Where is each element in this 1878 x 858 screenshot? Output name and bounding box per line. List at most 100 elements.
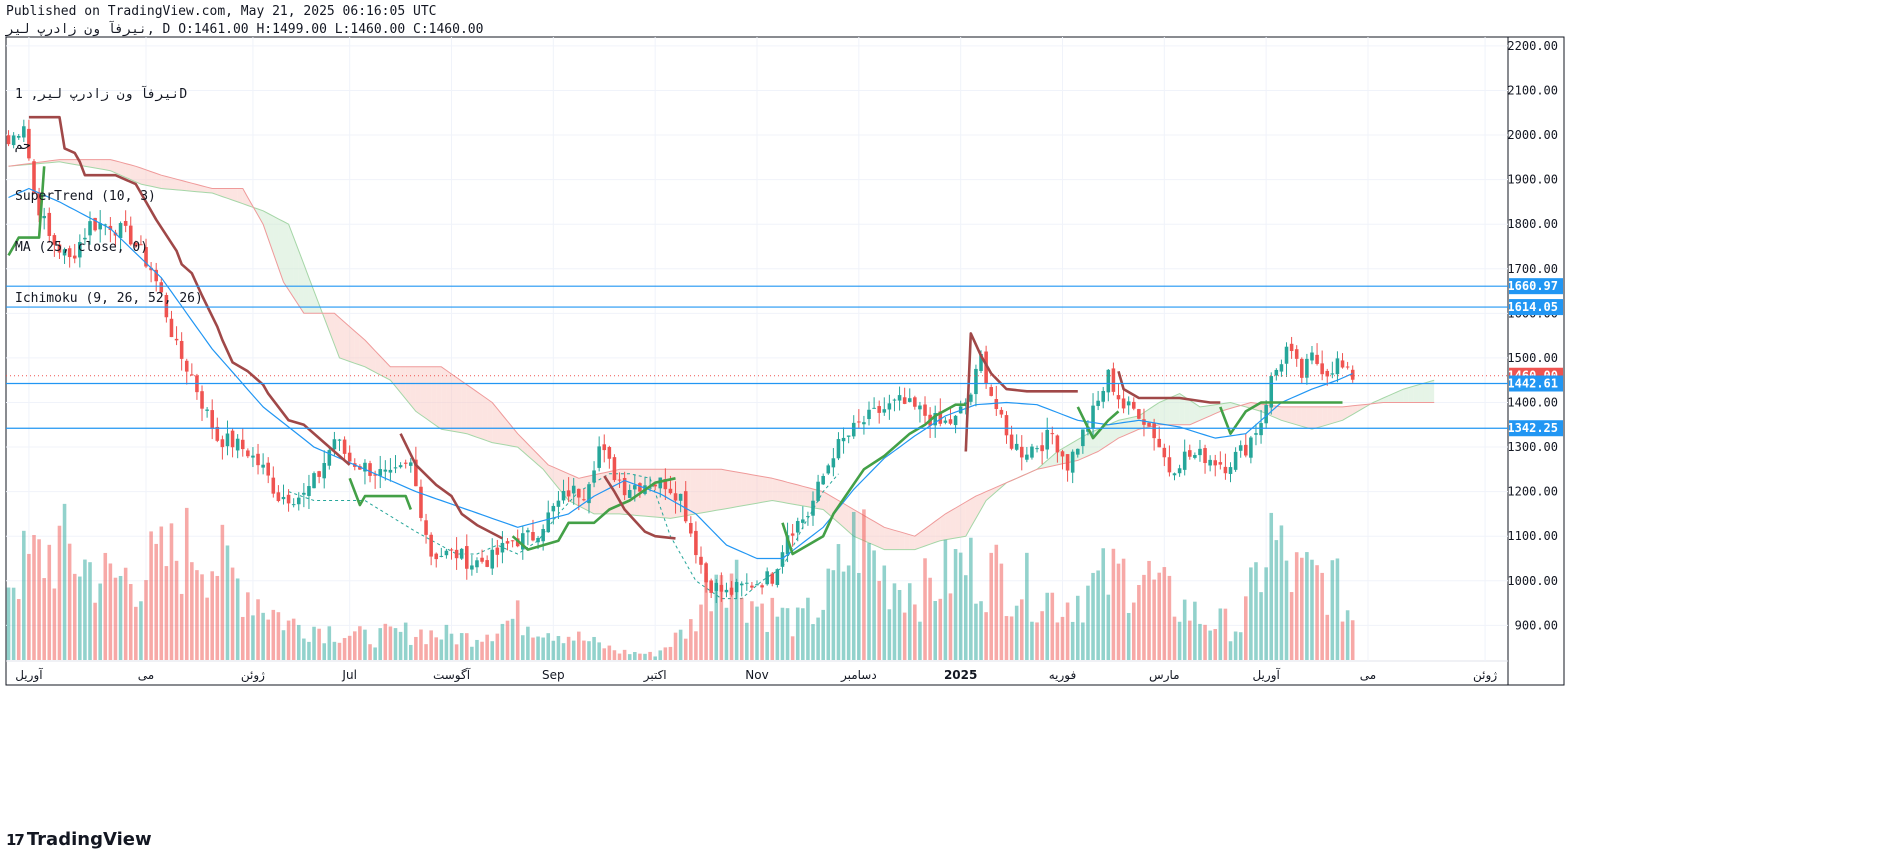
candle-body xyxy=(1101,390,1106,402)
ichimoku-cloud-segment xyxy=(746,473,752,505)
volume-bar xyxy=(582,640,586,660)
volume-bar xyxy=(1254,562,1258,660)
candle-body xyxy=(1009,434,1014,449)
volume-bar xyxy=(638,653,642,660)
volume-bar xyxy=(505,620,510,660)
volume-bar xyxy=(52,588,57,660)
ichimoku-cloud-segment xyxy=(762,476,768,503)
volume-bar xyxy=(821,609,825,660)
volume-bar xyxy=(1060,616,1065,660)
volume-bar xyxy=(577,631,581,660)
volume-bar xyxy=(785,608,790,660)
volume-bar xyxy=(424,644,428,660)
volume-bar xyxy=(1019,599,1024,660)
volume-bar xyxy=(134,606,138,660)
ichimoku-cloud-segment xyxy=(441,366,447,431)
ichimoku-cloud-segment xyxy=(339,317,345,360)
candle-body xyxy=(745,582,749,584)
volume-bar xyxy=(459,633,464,660)
candle-body xyxy=(1305,358,1309,378)
candle-body xyxy=(1228,467,1233,474)
volume-bar xyxy=(902,612,907,660)
volume-bar xyxy=(795,607,800,660)
volume-bar xyxy=(1035,622,1039,660)
ichimoku-cloud-segment xyxy=(354,331,360,366)
tradingview-logo-icon: 17 xyxy=(6,830,25,849)
volume-bar xyxy=(770,597,775,660)
candle-body xyxy=(1152,423,1156,439)
volume-bar xyxy=(694,631,698,660)
volume-bar xyxy=(439,639,444,660)
candle-body xyxy=(459,548,464,559)
candle-body xyxy=(1121,398,1126,409)
volume-bar xyxy=(1294,552,1299,660)
volume-bar xyxy=(358,626,362,660)
volume-bar xyxy=(1244,596,1248,660)
volume-bar xyxy=(230,567,235,660)
candle-body xyxy=(1223,466,1228,474)
candle-body xyxy=(1065,454,1070,471)
candle-body xyxy=(184,360,189,372)
candle-body xyxy=(480,557,484,562)
volume-bar xyxy=(780,607,785,660)
candle-body xyxy=(862,422,866,425)
candle-body xyxy=(368,463,372,476)
candle-body xyxy=(739,583,744,586)
volume-bar xyxy=(663,647,668,660)
volume-bar xyxy=(454,644,459,660)
legend-indicator-ichimoku[interactable]: Ichimoku (9, 26, 52, 26) xyxy=(15,290,203,307)
volume-bar xyxy=(1065,602,1070,660)
volume-bar xyxy=(139,601,143,660)
ichimoku-cloud-segment xyxy=(884,527,890,550)
volume-bar xyxy=(179,593,184,660)
candle-body xyxy=(291,504,296,506)
volume-bar xyxy=(215,575,220,660)
y-tick-label: 1800.00 xyxy=(1507,217,1558,231)
volume-bar xyxy=(561,643,566,660)
volume-bar xyxy=(1137,584,1141,660)
price-label-text: 1614.05 xyxy=(1507,300,1558,314)
y-tick-label: 1200.00 xyxy=(1507,485,1558,499)
volume-bar xyxy=(444,624,449,660)
candle-body xyxy=(317,471,321,477)
volume-bar xyxy=(327,626,332,660)
volume-bar xyxy=(22,530,26,660)
candle-body xyxy=(251,455,255,458)
candle-body xyxy=(1075,448,1080,455)
ichimoku-cloud-segment xyxy=(1327,406,1333,425)
volume-bar xyxy=(1269,512,1274,660)
volume-bar xyxy=(1157,572,1162,660)
candle-body xyxy=(816,481,820,501)
y-tick-label: 1500.00 xyxy=(1507,351,1558,365)
volume-bar xyxy=(1147,560,1151,660)
volume-bar xyxy=(958,552,963,660)
volume-bar xyxy=(1070,621,1075,660)
volume-bar xyxy=(1177,621,1182,660)
candle-body xyxy=(235,438,240,451)
volume-bar xyxy=(414,636,418,660)
candle-body xyxy=(633,485,637,490)
y-tick-label: 2100.00 xyxy=(1507,83,1558,97)
volume-bar xyxy=(1086,585,1090,660)
candle-body xyxy=(1213,460,1218,466)
legend-symbol[interactable]: نیرفآ ون زادرپ لیر, 1D xyxy=(15,86,203,103)
candle-body xyxy=(1244,444,1248,456)
candle-body xyxy=(1050,433,1055,435)
legend-indicator-supertrend[interactable]: SuperTrend (10, 3) xyxy=(15,188,203,205)
candle-body xyxy=(719,584,724,592)
x-tick-label: 2025 xyxy=(944,668,977,682)
price-chart[interactable]: 900.00 1000.00 1100.00 1200.00 1300.00 1400.0… xyxy=(0,0,1878,858)
tradingview-brand[interactable]: 17 TradingView xyxy=(6,829,152,850)
ichimoku-cloud-segment xyxy=(721,469,727,510)
volume-bar xyxy=(689,619,693,660)
ichimoku-cloud-segment xyxy=(797,484,803,506)
volume-bar xyxy=(42,578,46,660)
volume-bar xyxy=(205,597,209,660)
candle-body xyxy=(210,410,214,429)
legend-indicator-ma[interactable]: MA (25, close, 0) xyxy=(15,239,203,256)
volume-bar xyxy=(490,641,495,660)
candle-body xyxy=(1340,360,1345,368)
volume-bar xyxy=(6,587,11,660)
volume-bar xyxy=(612,650,617,660)
ichimoku-cloud-segment xyxy=(359,335,365,367)
